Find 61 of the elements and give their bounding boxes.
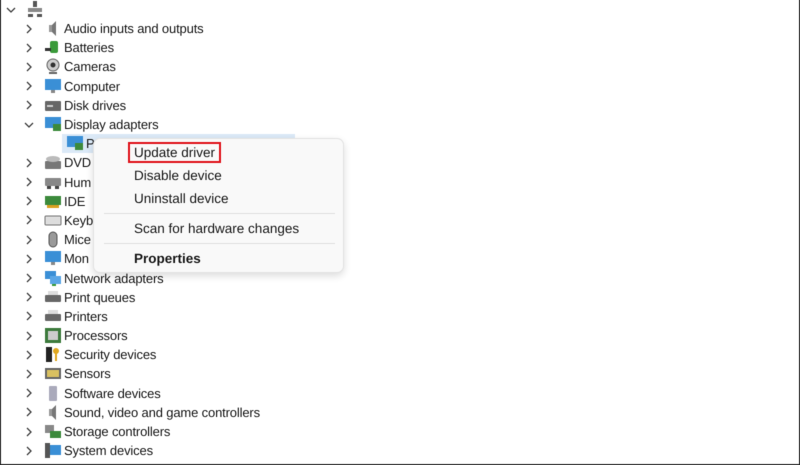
expand-icon[interactable] (24, 426, 34, 437)
expand-icon[interactable] (24, 368, 34, 379)
expand-icon[interactable] (24, 273, 34, 284)
chip-icon (44, 327, 62, 344)
collapse-icon[interactable] (24, 120, 34, 130)
key-icon (44, 346, 62, 364)
device-category[interactable]: System devices (64, 443, 153, 458)
device-category[interactable]: Keyb (64, 212, 94, 228)
device-category[interactable]: Disk drives (64, 98, 126, 113)
menu-item[interactable]: Properties (128, 248, 207, 269)
network-icon (44, 270, 62, 287)
expand-icon[interactable] (24, 330, 34, 341)
device-category[interactable]: Security devices (64, 347, 156, 362)
menu-item[interactable]: Update driver (128, 142, 222, 163)
drive-icon (44, 154, 62, 172)
device-category[interactable]: Cameras (64, 59, 116, 74)
device-category[interactable]: Display adapters (64, 117, 158, 132)
expand-icon[interactable] (24, 24, 34, 34)
device-category[interactable]: DVD (64, 155, 91, 170)
expand-icon[interactable] (24, 158, 34, 168)
collapse-icon[interactable] (6, 4, 16, 14)
device-category[interactable]: Network adapters (64, 270, 164, 286)
menu-item[interactable]: Scan for hardware changes (128, 218, 306, 239)
device-category[interactable]: Print queues (64, 290, 136, 305)
expand-icon[interactable] (24, 196, 34, 206)
device-category[interactable]: Sound, video and game controllers (64, 404, 260, 420)
system-icon (44, 442, 62, 460)
device-category[interactable]: Mice (64, 232, 91, 248)
device-category[interactable]: Processors (64, 328, 128, 344)
device-category[interactable]: Computer (64, 78, 120, 94)
expand-icon[interactable] (24, 42, 34, 53)
device-category[interactable]: Printers (64, 308, 108, 324)
monitor-icon (44, 78, 62, 95)
expand-icon[interactable] (24, 62, 34, 72)
expand-icon[interactable] (24, 311, 34, 322)
expand-icon[interactable] (24, 81, 34, 92)
device-category[interactable]: Audio inputs and outputs (64, 21, 204, 36)
storage-card-icon (44, 423, 62, 440)
device-category[interactable]: Mon (64, 251, 89, 266)
display-card-icon (44, 116, 62, 134)
expand-icon[interactable] (24, 407, 34, 418)
expand-icon[interactable] (24, 388, 34, 398)
expand-icon[interactable] (24, 100, 34, 110)
expand-icon[interactable] (24, 292, 34, 302)
display-card-icon (66, 135, 84, 152)
expand-icon[interactable] (24, 177, 34, 188)
device-category[interactable]: Batteries (64, 40, 114, 56)
expand-icon[interactable] (24, 234, 34, 245)
expand-icon[interactable] (24, 446, 34, 456)
device-category[interactable]: IDE (64, 194, 86, 209)
menu-item[interactable]: Uninstall device (128, 188, 235, 209)
expand-icon[interactable] (24, 215, 34, 226)
menu-item[interactable]: Disable device (128, 165, 228, 186)
device-category[interactable]: Storage controllers (64, 424, 170, 440)
device-category[interactable]: Sensors (64, 366, 111, 382)
device-category[interactable]: Software devices (64, 386, 161, 401)
webcam-icon (44, 58, 62, 76)
expand-icon[interactable] (24, 254, 34, 264)
device-category[interactable]: Hum (64, 174, 91, 190)
expand-icon[interactable] (24, 350, 34, 360)
monitor-icon (44, 250, 62, 268)
